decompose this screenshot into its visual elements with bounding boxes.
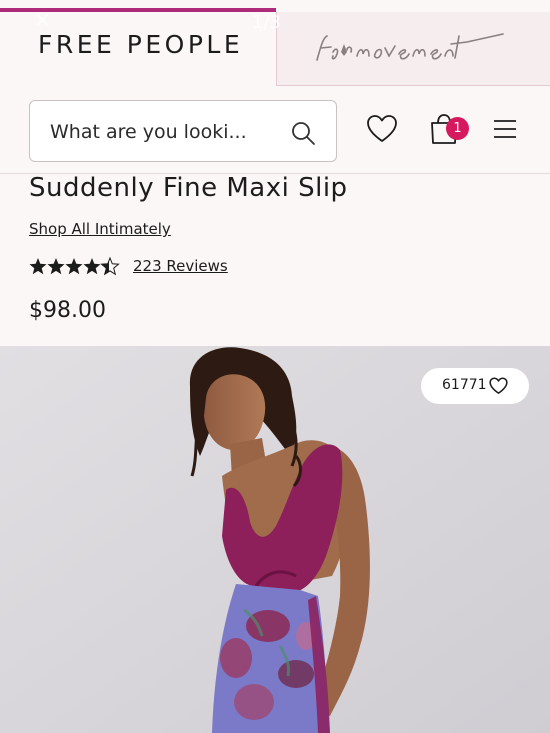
heart-icon[interactable] [366, 114, 398, 144]
tab-fp-movement[interactable] [276, 12, 550, 86]
collection-link[interactable]: Shop All Intimately [29, 220, 171, 238]
product-image[interactable] [0, 346, 550, 733]
search-input[interactable] [50, 119, 290, 145]
fp-movement-logo [313, 26, 513, 80]
overlay-page-counter: 1/3 [252, 12, 281, 33]
search-icon[interactable] [290, 120, 316, 146]
favorite-heart-icon[interactable] [489, 377, 508, 395]
reviews-link[interactable]: 223 Reviews [133, 257, 228, 275]
model-photo [0, 346, 550, 733]
product-price: $98.00 [29, 298, 106, 323]
free-people-logo: FREE PEOPLE [38, 30, 244, 59]
favorites-count: 61771 [442, 377, 487, 393]
brand-tabs: FREE PEOPLE ✕ 1/3 [0, 0, 550, 86]
star-rating-icon [29, 256, 120, 276]
fp-movement-script-logo [316, 33, 504, 61]
menu-icon[interactable] [492, 118, 518, 140]
product-title: Suddenly Fine Maxi Slip [29, 173, 348, 203]
overlay-close-icon[interactable]: ✕ [34, 8, 51, 32]
cart-count-badge: 1 [446, 117, 469, 140]
